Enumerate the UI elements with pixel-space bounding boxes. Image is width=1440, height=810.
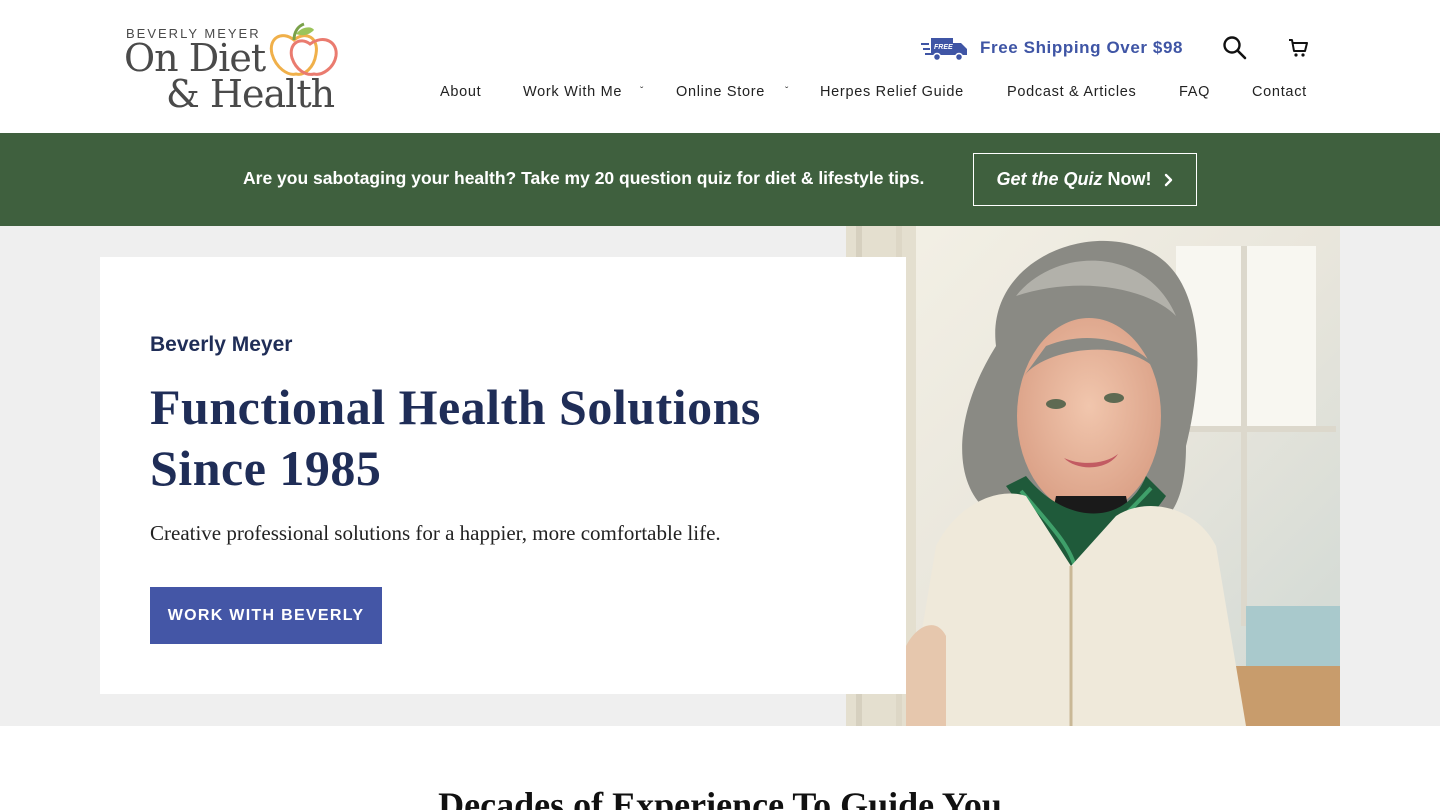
nav-item-faq[interactable]: FAQ: [1179, 84, 1210, 100]
chevron-down-icon[interactable]: ˇ: [785, 86, 788, 97]
hero-section: Beverly Meyer Functional Health Solution…: [0, 226, 1440, 726]
hero-name: Beverly Meyer: [150, 333, 293, 356]
cart-icon[interactable]: [1288, 37, 1309, 58]
chevron-right-icon: [1164, 173, 1172, 186]
nav-item-about[interactable]: About: [440, 84, 481, 100]
quiz-button-now: Now!: [1107, 169, 1152, 189]
free-badge-text: FREE: [934, 44, 953, 51]
apple-heart-logo-icon: [269, 22, 338, 76]
nav-item-podcast-articles[interactable]: Podcast & Articles: [1007, 84, 1136, 100]
nav-item-contact[interactable]: Contact: [1252, 84, 1307, 100]
nav-item-herpes-relief-guide[interactable]: Herpes Relief Guide: [820, 84, 964, 100]
site-logo[interactable]: BEVERLY MEYER On Diet & Health: [124, 22, 344, 116]
hero-subtitle: Creative professional solutions for a ha…: [150, 521, 721, 545]
section-heading: Decades of Experience To Guide You: [438, 785, 1002, 810]
delivery-truck-icon: FREE: [921, 38, 967, 61]
hero-card: Beverly Meyer Functional Health Solution…: [100, 257, 906, 694]
shipping-text: Free Shipping Over $98: [980, 38, 1184, 57]
free-shipping-notice[interactable]: FREE Free Shipping Over $98: [921, 34, 1183, 62]
quiz-button-label: Get the Quiz: [996, 169, 1103, 189]
portrait-photo: [846, 226, 1340, 726]
hero-title: Functional Health Solutions Since 1985: [150, 379, 761, 496]
get-quiz-button[interactable]: Get the Quiz Now!: [973, 153, 1197, 206]
chevron-down-icon[interactable]: ˇ: [640, 86, 643, 97]
search-icon[interactable]: [1222, 35, 1247, 60]
quiz-banner-text: Are you sabotaging your health? Take my …: [243, 168, 925, 188]
portrait-illustration: [846, 226, 1340, 726]
quiz-banner: Are you sabotaging your health? Take my …: [0, 133, 1440, 226]
nav-item-work-with-me[interactable]: Work With Me: [523, 84, 622, 100]
nav-item-online-store[interactable]: Online Store: [676, 84, 765, 100]
work-with-beverly-button[interactable]: WORK WITH BEVERLY: [150, 587, 382, 644]
site-header: BEVERLY MEYER On Diet & Health FREE Free…: [0, 0, 1440, 133]
